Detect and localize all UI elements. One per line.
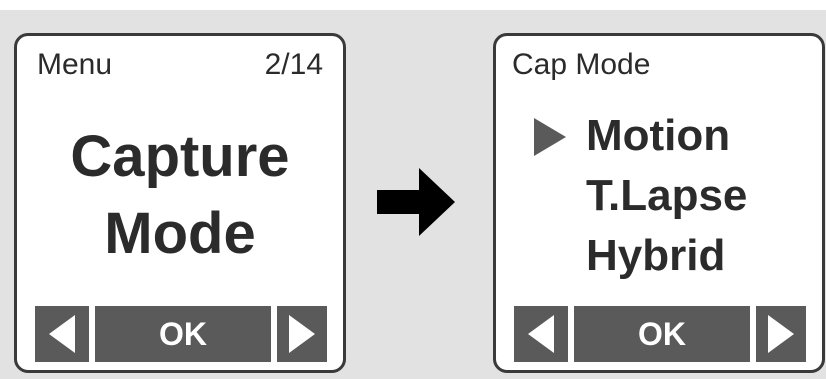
right-triangle-icon [768, 315, 794, 353]
option-t-lapse[interactable]: T.Lapse [586, 174, 747, 218]
button-bar: OK [514, 306, 806, 362]
menu-screen: Menu 2/14 Capture Mode OK [14, 33, 346, 373]
option-motion[interactable]: Motion [586, 114, 730, 158]
right-button[interactable] [277, 306, 327, 362]
option-hybrid[interactable]: Hybrid [586, 234, 725, 278]
ok-button[interactable]: OK [574, 306, 750, 362]
page-counter: 2/14 [264, 48, 323, 81]
selection-pointer-icon [534, 118, 566, 156]
menu-title-line-2: Mode [104, 201, 256, 266]
ok-button[interactable]: OK [95, 306, 271, 362]
cap-mode-screen: Cap Mode Motion T.Lapse Hybrid OK [493, 33, 825, 373]
button-bar: OK [35, 306, 327, 362]
left-triangle-icon [528, 315, 554, 353]
left-button[interactable] [35, 306, 89, 362]
menu-title-line-1: Capture [70, 124, 290, 189]
right-triangle-icon [289, 315, 315, 353]
right-button[interactable] [756, 306, 806, 362]
cap-mode-header-label: Cap Mode [512, 48, 651, 81]
menu-header-label: Menu [37, 48, 113, 81]
left-button[interactable] [514, 306, 568, 362]
right-arrow-icon [377, 168, 455, 236]
left-triangle-icon [49, 315, 75, 353]
